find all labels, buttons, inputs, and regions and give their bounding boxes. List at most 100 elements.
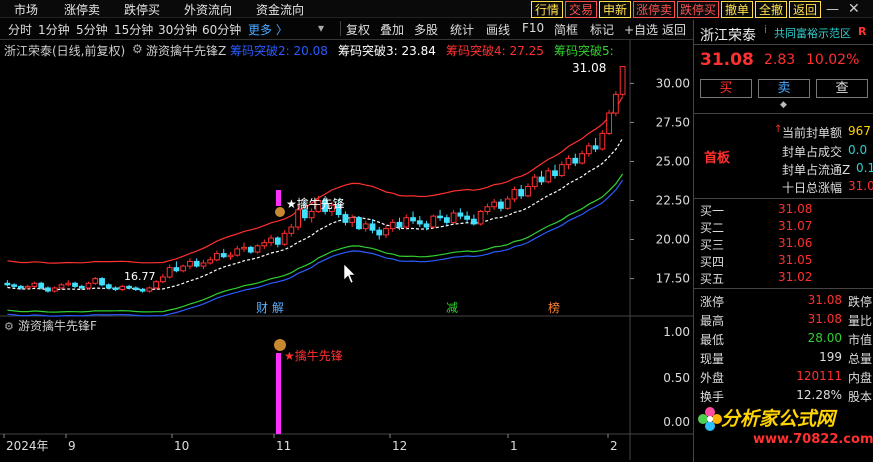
tool-restore-rights[interactable]: 复权 [346, 21, 370, 38]
sub-signal-label: ★擒牛先锋 [284, 348, 343, 363]
tool-simple-frame[interactable]: 简框 [554, 21, 578, 38]
candle-body [45, 287, 51, 292]
trade-button-limit-up-sell[interactable]: 涨停卖 [633, 1, 675, 18]
candle-body [437, 215, 443, 219]
candle-body [498, 201, 504, 209]
candle-body [187, 260, 193, 267]
bid-price[interactable]: 31.05 [778, 253, 812, 267]
price-tick-label: 30.00 [656, 76, 690, 90]
candle-body [572, 157, 579, 164]
buy-button[interactable]: 买 [700, 79, 752, 98]
collapse-icon[interactable]: ◆ [780, 100, 787, 110]
candle-body [227, 254, 234, 258]
chevron-down-icon[interactable]: ▾ [318, 21, 324, 35]
watermark-url: www.70822.com [753, 432, 873, 447]
bid-label: 买三 [700, 238, 725, 252]
period-tab-60min[interactable]: 60分钟 [202, 21, 241, 38]
candle-body [119, 285, 126, 291]
tool-multi-stock[interactable]: 多股 [414, 21, 438, 38]
candle-body [464, 215, 471, 220]
detail-value: 31.08 [807, 312, 842, 326]
detail-label: 市值 [848, 333, 873, 347]
candle-body [525, 185, 531, 197]
trade-button-cancel[interactable]: 撤单 [721, 1, 753, 18]
candle-body [58, 284, 65, 289]
candle-body [295, 209, 301, 228]
sub-axis-label: 0.00 [663, 415, 690, 429]
candlestick-chart[interactable]: 30.0027.5025.0022.5020.0017.5031.0816.77… [0, 40, 693, 460]
detail-value: 28.00 [807, 331, 842, 345]
candle-body [301, 209, 308, 219]
tool-draw-line[interactable]: 画线 [486, 21, 510, 38]
period-tab-15min[interactable]: 15分钟 [114, 21, 153, 38]
detail-value: 31.08 [807, 293, 842, 307]
trade-button-quote[interactable]: 行情 [531, 1, 563, 18]
menu-foreign-flow[interactable]: 外资流向 [184, 1, 232, 18]
menu-market[interactable]: 市场 [14, 1, 38, 18]
signal-bar [276, 190, 281, 206]
candle-body [247, 246, 254, 253]
trade-button-cancel-all[interactable]: 全撤 [755, 1, 787, 18]
candle-body [159, 276, 166, 283]
bid-price[interactable]: 31.08 [778, 202, 812, 216]
tool-f10[interactable]: F10 [522, 21, 544, 35]
period-tab-1min[interactable]: 1分钟 [38, 21, 70, 38]
time-tick-label: 11 [276, 439, 291, 453]
minimize-icon[interactable]: — [826, 2, 839, 17]
trade-button-trade[interactable]: 交易 [565, 1, 597, 18]
toolbar-divider [340, 21, 341, 36]
trade-button-back[interactable]: 返回 [789, 1, 821, 18]
stat-label: 封单占流通Z [782, 163, 851, 177]
period-tab-5min[interactable]: 5分钟 [76, 21, 108, 38]
bid-label: 买一 [700, 204, 725, 218]
tool-statistics[interactable]: 统计 [450, 21, 474, 38]
candle-body [518, 189, 525, 197]
tool-mark[interactable]: 标记 [590, 21, 614, 38]
stat-value: 967 [848, 124, 871, 138]
divider [694, 113, 873, 114]
candle-body [241, 246, 247, 250]
menu-limit-up-sell[interactable]: 涨停卖 [64, 1, 100, 18]
watermark-logo: 分析家公式网 www.70822.com [697, 402, 873, 458]
time-tick-label: 1 [510, 439, 518, 453]
query-button[interactable]: 查 [816, 79, 868, 98]
chart-area: 浙江荣泰(日线,前复权) ⚙ 游资擒牛先锋Z 筹码突破2: 20.08 筹码突破… [0, 40, 693, 460]
menu-limit-down-buy[interactable]: 跌停买 [124, 1, 160, 18]
candle-body [234, 248, 241, 256]
candle-body [376, 229, 383, 236]
candle-body [180, 265, 187, 272]
time-tick-label: 2 [610, 439, 618, 453]
period-tab-30min[interactable]: 30分钟 [158, 21, 197, 38]
divider [694, 44, 873, 45]
trade-button-ipo[interactable]: 申新 [599, 1, 631, 18]
candle-body [342, 214, 349, 223]
period-more[interactable]: 更多 〉 [248, 21, 288, 38]
bid-price[interactable]: 31.06 [778, 236, 812, 250]
tool-add-watchlist[interactable]: +自选 [624, 21, 658, 38]
close-icon[interactable]: ✕ [848, 1, 860, 17]
bid-price[interactable]: 31.02 [778, 270, 812, 284]
trade-button-limit-down-buy[interactable]: 跌停买 [677, 1, 719, 18]
detail-label: 外盘 [700, 371, 725, 385]
sub-indicator-name: 游资擒牛先锋F [18, 318, 97, 333]
candle-body [511, 189, 518, 200]
candle-body [65, 282, 72, 286]
candle-body [11, 284, 18, 287]
event-marker: 榜 [548, 300, 560, 315]
quote-panel: 浙江荣泰 i 共同富裕示范区 R 31.08 2.83 10.02% 买 卖 查… [693, 20, 873, 462]
candle-body [254, 245, 261, 253]
candle-body [105, 284, 112, 289]
bid-price[interactable]: 31.07 [778, 219, 812, 233]
detail-label: 跌停 [848, 295, 873, 309]
sell-button[interactable]: 卖 [758, 79, 810, 98]
broker-tag: R [858, 25, 867, 38]
period-tab-intraday[interactable]: 分时 [8, 21, 32, 38]
tool-back[interactable]: 返回 [662, 21, 686, 38]
tool-overlay[interactable]: 叠加 [380, 21, 404, 38]
last-price-label: 31.08 [572, 61, 606, 75]
line-chip-breakout-4 [7, 96, 624, 264]
candle-body [491, 201, 498, 208]
price-tick-label: 17.50 [656, 272, 690, 286]
candle-body [552, 170, 558, 177]
menu-fund-flow[interactable]: 资金流向 [256, 1, 304, 18]
